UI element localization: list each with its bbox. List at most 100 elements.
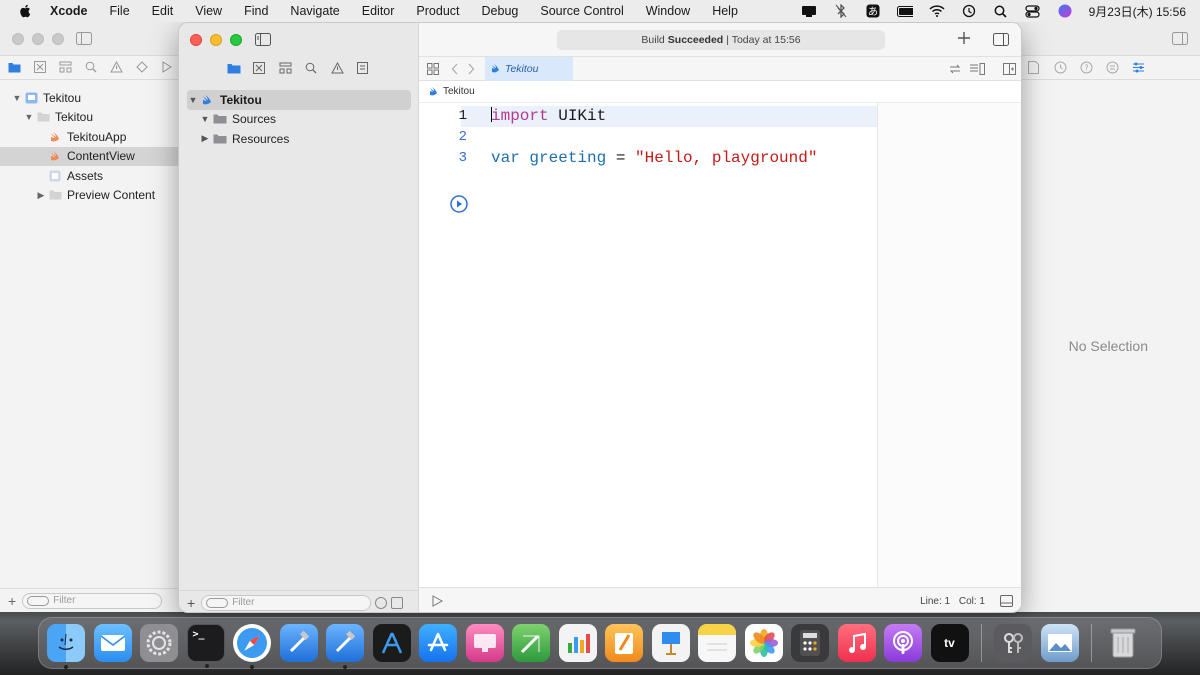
history-inspector-icon[interactable]: [1054, 61, 1067, 74]
numbers-icon[interactable]: [512, 624, 550, 662]
minimize-button-inactive[interactable]: [32, 33, 44, 45]
disclosure-closed-icon[interactable]: ▶: [199, 133, 211, 144]
menu-source-control[interactable]: Source Control: [540, 4, 623, 18]
disclosure-open-icon[interactable]: ▼: [187, 95, 199, 105]
inspector-toggle-icon[interactable]: [993, 33, 1009, 46]
disclosure-open-icon[interactable]: ▼: [24, 112, 34, 122]
issue-navigator-icon[interactable]: [110, 61, 123, 74]
keynote-icon[interactable]: [651, 624, 690, 662]
finder-icon[interactable]: [47, 624, 85, 669]
photos-icon[interactable]: [744, 624, 783, 662]
music-icon[interactable]: [837, 624, 876, 662]
input-method-icon[interactable]: あ: [865, 4, 881, 18]
related-items-grid-icon[interactable]: [427, 63, 439, 75]
xcode-icon[interactable]: [279, 624, 318, 662]
filter-options-icon[interactable]: [206, 597, 229, 608]
menu-navigate[interactable]: Navigate: [290, 4, 339, 18]
menu-product[interactable]: Product: [416, 4, 459, 18]
filter-input[interactable]: Filter: [22, 592, 163, 609]
tree-row-group[interactable]: ▶ Preview Content: [0, 186, 178, 206]
calculator-icon[interactable]: [791, 624, 829, 662]
source-control-navigator-icon[interactable]: [34, 61, 46, 74]
recent-files-filter-icon[interactable]: [375, 596, 388, 609]
add-icon[interactable]: +: [8, 593, 16, 609]
keychain-icon[interactable]: [994, 624, 1032, 662]
disclosure-open-icon[interactable]: ▼: [12, 93, 22, 103]
tree-row-file[interactable]: TekitouApp: [0, 127, 178, 147]
split-editor-icon[interactable]: [1003, 63, 1016, 75]
code-line[interactable]: [491, 127, 817, 148]
menu-view[interactable]: View: [195, 4, 222, 18]
zoom-button-inactive[interactable]: [52, 33, 64, 45]
menu-find[interactable]: Find: [244, 4, 268, 18]
sidebar-toggle-icon[interactable]: [76, 32, 92, 45]
quick-help-inspector-icon[interactable]: ?: [1080, 61, 1093, 74]
disclosure-open-icon[interactable]: ▼: [199, 114, 211, 124]
source-control-filter-icon[interactable]: [391, 596, 404, 609]
pages-icon[interactable]: [605, 624, 643, 662]
tree-row-assets[interactable]: Assets: [0, 166, 178, 186]
file-inspector-icon[interactable]: [1028, 61, 1041, 74]
run-playground-circle-icon[interactable]: [450, 195, 468, 213]
find-navigator-icon[interactable]: [305, 62, 319, 76]
add-icon[interactable]: +: [187, 595, 195, 611]
battery-icon[interactable]: [896, 4, 913, 18]
mail-icon[interactable]: [93, 624, 132, 662]
tree-row-group[interactable]: ▼ Tekitou: [0, 108, 178, 128]
xcode-icon[interactable]: [326, 624, 364, 669]
project-navigator-icon[interactable]: [8, 61, 21, 74]
symbol-navigator-icon[interactable]: [279, 62, 293, 76]
tree-row-file-selected[interactable]: ContentView: [0, 146, 178, 166]
tree-row-resources[interactable]: ▶ Resources: [187, 129, 411, 149]
tv-icon[interactable]: tv: [930, 624, 969, 662]
disclosure-closed-icon[interactable]: ▶: [36, 190, 46, 201]
chevron-left-icon[interactable]: [451, 63, 463, 75]
bluetooth-off-icon[interactable]: [833, 4, 849, 18]
screen-share-icon[interactable]: [801, 4, 817, 18]
identity-inspector-icon[interactable]: [1106, 61, 1119, 74]
jump-bar[interactable]: Tekitou: [419, 81, 1021, 103]
report-navigator-icon[interactable]: [357, 62, 371, 76]
gear-icon[interactable]: [140, 624, 178, 662]
menu-file[interactable]: File: [110, 4, 130, 18]
symbol-navigator-icon[interactable]: [59, 61, 72, 74]
issue-navigator-icon[interactable]: [331, 62, 345, 76]
wifi-icon[interactable]: [929, 4, 945, 18]
menu-edit[interactable]: Edit: [152, 4, 174, 18]
display-icon[interactable]: [465, 624, 504, 662]
menu-window[interactable]: Window: [646, 4, 690, 18]
filter-input[interactable]: Filter: [201, 594, 372, 611]
source-editor[interactable]: 1 2 3 import UIKit var greeting = "Hello…: [419, 103, 877, 587]
tree-row-playground-selected[interactable]: ▼ Tekitou: [187, 90, 411, 110]
apple-menu-icon[interactable]: [18, 4, 32, 18]
zoom-button[interactable]: [230, 34, 242, 46]
trash-icon[interactable]: [1104, 624, 1142, 662]
close-button-inactive[interactable]: [12, 33, 24, 45]
menu-editor[interactable]: Editor: [362, 4, 395, 18]
add-library-icon[interactable]: [957, 31, 971, 45]
debug-navigator-icon[interactable]: [161, 61, 173, 74]
menu-debug[interactable]: Debug: [482, 4, 519, 18]
close-button[interactable]: [190, 34, 202, 46]
spotlight-search-icon[interactable]: [993, 4, 1009, 18]
find-navigator-icon[interactable]: [85, 61, 97, 74]
run-play-icon[interactable]: [431, 595, 444, 607]
tree-row-sources[interactable]: ▼ Sources: [187, 110, 411, 130]
terminal-icon[interactable]: >_: [186, 624, 225, 668]
menu-clock[interactable]: 9月23日(木) 15:56: [1089, 3, 1186, 20]
inspector-toggle-icon[interactable]: [1172, 32, 1188, 45]
attributes-inspector-icon[interactable]: [1132, 61, 1145, 74]
minimize-button[interactable]: [210, 34, 222, 46]
code-line[interactable]: import UIKit: [491, 106, 817, 127]
tab-tekitou[interactable]: Tekitou: [485, 57, 573, 81]
menu-app-name[interactable]: Xcode: [50, 4, 88, 18]
menu-help[interactable]: Help: [712, 4, 738, 18]
preview-icon[interactable]: [1040, 624, 1079, 662]
notes-icon[interactable]: [698, 624, 736, 662]
source-control-navigator-icon[interactable]: [253, 62, 267, 76]
sidebar-toggle-icon[interactable]: [255, 33, 271, 46]
swap-arrows-icon[interactable]: [949, 63, 961, 75]
time-machine-icon[interactable]: [961, 4, 977, 18]
filter-options-icon[interactable]: [27, 595, 50, 606]
podcasts-icon[interactable]: [884, 624, 922, 662]
